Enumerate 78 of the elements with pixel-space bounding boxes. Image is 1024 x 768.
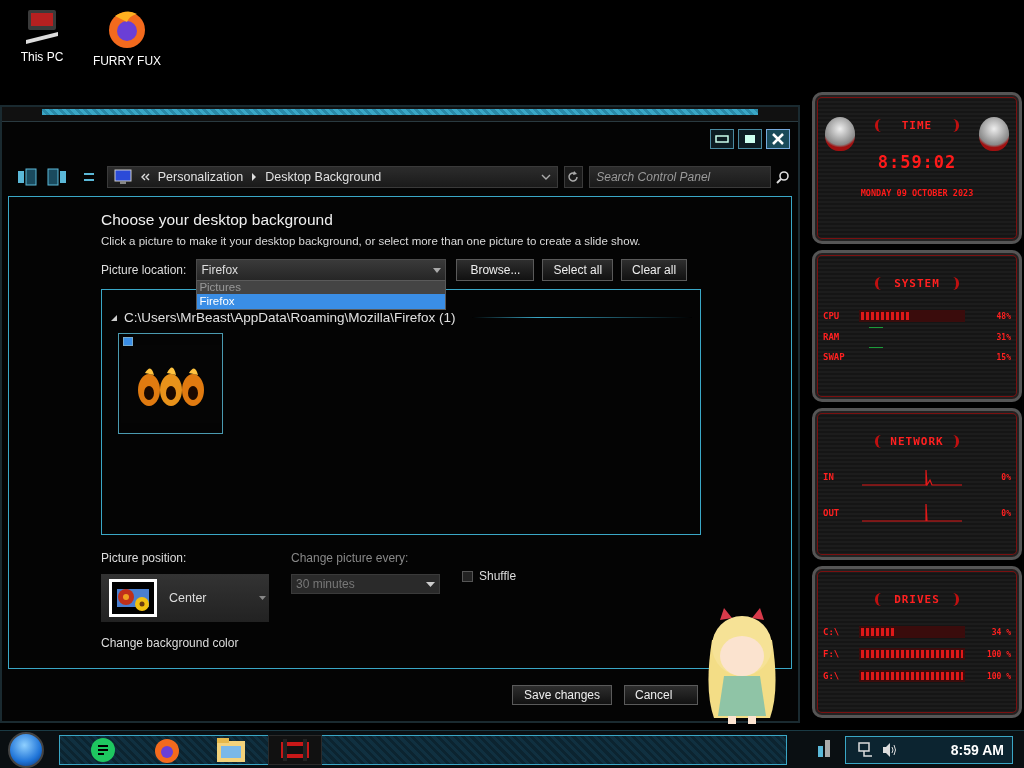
dropdown-option[interactable]: Pictures (197, 281, 446, 294)
address-bar[interactable]: Personalization Desktop Background (106, 166, 558, 188)
refresh-button[interactable] (563, 166, 584, 188)
meter-label: IN (823, 472, 835, 482)
expand-arrow-icon[interactable] (110, 313, 118, 322)
meter-label: CPU (823, 311, 841, 321)
minimize-button[interactable] (710, 129, 734, 149)
chevron-icon[interactable] (540, 173, 551, 181)
meter-reading: 31% (995, 332, 1011, 342)
monitor-icon (113, 169, 132, 185)
meter-dash (869, 347, 883, 348)
widget-title: NETWORK (875, 435, 959, 448)
action-button[interactable]: Browse... (456, 259, 535, 281)
meter-reading: 48% (995, 311, 1011, 321)
breadcrumb-item[interactable]: Desktop Background (265, 170, 382, 184)
meter-reading: 15% (995, 352, 1011, 362)
clock-time: 8:59:02 (876, 152, 958, 172)
desktop-icon-label[interactable]: This PC (20, 50, 64, 64)
meter-reading: 34 % (990, 627, 1011, 637)
meter-reading: 100 % (985, 649, 1011, 659)
shuffle-checkbox[interactable] (462, 570, 473, 582)
field-label: Picture location: (101, 263, 187, 277)
forward-button[interactable] (45, 166, 69, 188)
volume-icon[interactable] (882, 741, 898, 758)
footer-button[interactable]: Cancel (624, 685, 698, 705)
meter-dash (869, 327, 883, 328)
caret-icon (426, 581, 435, 587)
widget-title: SYSTEM (875, 277, 959, 290)
meter-label: RAM (823, 332, 841, 342)
desktop-icon-label[interactable]: FURRY FUX (92, 54, 162, 68)
game-app-button[interactable] (268, 734, 322, 765)
action-button[interactable]: Clear all (621, 259, 688, 281)
start-button[interactable] (8, 731, 44, 768)
checkbox-label[interactable]: Shuffle (479, 569, 517, 583)
location-dropdown[interactable]: Firefox (196, 259, 447, 281)
meter-reading: 100 % (985, 671, 1011, 681)
meter-label: OUT (823, 508, 841, 518)
meter-label: G:\ (823, 671, 841, 681)
back-button[interactable] (16, 166, 40, 188)
action-button[interactable]: Select all (542, 259, 614, 281)
refresh-icon (567, 171, 580, 183)
arrow-icon (251, 173, 258, 181)
search-icon[interactable] (776, 170, 790, 184)
background-color-link[interactable]: Change background color (101, 636, 239, 650)
folder-icon (216, 736, 246, 763)
close-icon (772, 133, 784, 145)
meter-label: C:\ (823, 627, 841, 637)
square-icon (743, 134, 757, 144)
clock-date: MONDAY 09 OCTOBER 2023 (859, 188, 975, 198)
position-dropdown[interactable]: Center (101, 574, 269, 622)
meter-label: SWAP (823, 352, 846, 362)
caret-icon (433, 267, 442, 273)
breadcrumb-item[interactable]: Personalization (157, 170, 244, 184)
picture-thumbnail[interactable] (118, 333, 223, 434)
network-icon[interactable] (858, 741, 874, 758)
folder-path[interactable]: C:\Users\MrBeast\AppData\Roaming\Mozilla\Firefox (1) (124, 310, 456, 325)
widget-title: DRIVES (875, 593, 959, 606)
widget-title: TIME (875, 119, 959, 132)
taskbar-clock[interactable]: 8:59 AM (950, 741, 1004, 758)
caret-icon (259, 596, 266, 600)
meter-reading: 0% (1000, 508, 1011, 518)
footer-button[interactable]: Save changes (512, 685, 612, 705)
window-icon (715, 134, 729, 144)
search-field[interactable]: Search Control Panel (589, 166, 771, 188)
double-chevron-icon (139, 172, 150, 182)
meter-label: F:\ (823, 649, 841, 659)
menu-icon[interactable] (83, 170, 95, 184)
description: Click a picture to make it your desktop background, or select more than one picture to create a slide show. (101, 235, 642, 247)
bars-icon (817, 738, 831, 758)
chat-icon (90, 736, 116, 763)
checkbox[interactable] (123, 337, 133, 346)
maximize-button[interactable] (738, 129, 762, 149)
close-button[interactable] (766, 129, 790, 149)
field-label: Change picture every: (291, 551, 410, 565)
game-icon (279, 737, 311, 762)
field-label: Picture position: (101, 551, 188, 565)
meter-reading: 0% (1000, 472, 1011, 482)
page-heading: Choose your desktop background (101, 211, 334, 229)
